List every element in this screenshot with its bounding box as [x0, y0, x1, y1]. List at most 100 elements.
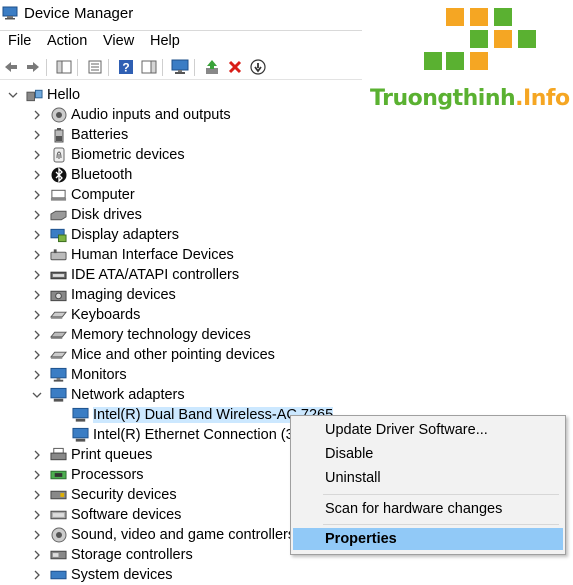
monitor-icon[interactable]	[171, 58, 189, 76]
memory-icon	[50, 327, 67, 343]
logo-mark	[424, 8, 536, 70]
forward-icon[interactable]	[24, 58, 42, 76]
show-hide-console-tree-icon[interactable]	[55, 58, 73, 76]
computer-icon	[26, 87, 43, 103]
back-icon[interactable]	[2, 58, 20, 76]
menu-help[interactable]: Help	[150, 33, 180, 49]
category-label: Mice and other pointing devices	[71, 347, 275, 363]
menu-item-scan[interactable]: Scan for hardware changes	[293, 498, 563, 520]
monitor-icon	[50, 367, 67, 383]
network-adapter-icon	[72, 427, 89, 443]
menu-item-update-driver[interactable]: Update Driver Software...	[293, 419, 563, 441]
category-label: Keyboards	[71, 307, 141, 323]
category-label: Display adapters	[71, 227, 179, 243]
chevron-right-icon[interactable]	[30, 468, 44, 482]
chevron-right-icon[interactable]	[30, 228, 44, 242]
chevron-down-icon[interactable]	[6, 88, 20, 102]
category-label: Batteries	[71, 127, 129, 143]
chevron-right-icon[interactable]	[30, 528, 44, 542]
category-bluetooth[interactable]: Bluetooth	[30, 165, 132, 185]
chevron-right-icon[interactable]	[30, 548, 44, 562]
chevron-right-icon[interactable]	[30, 128, 44, 142]
chevron-right-icon[interactable]	[30, 568, 44, 582]
hid-icon	[50, 247, 67, 263]
chevron-right-icon[interactable]	[30, 108, 44, 122]
chevron-right-icon[interactable]	[30, 288, 44, 302]
camera-icon	[50, 287, 67, 303]
category-audio[interactable]: Audio inputs and outputs	[30, 105, 231, 125]
category-imaging[interactable]: Imaging devices	[30, 285, 176, 305]
properties-icon[interactable]	[86, 58, 104, 76]
category-label: Memory technology devices	[71, 327, 251, 343]
storage-icon	[50, 547, 67, 563]
action-pane-icon[interactable]	[140, 58, 158, 76]
watermark-ext: .Info	[515, 86, 570, 111]
chevron-right-icon[interactable]	[30, 188, 44, 202]
menu-item-properties[interactable]: Properties	[293, 528, 563, 550]
menu-item-label: Uninstall	[325, 470, 381, 486]
software-device-icon	[50, 507, 67, 523]
category-monitors[interactable]: Monitors	[30, 365, 127, 385]
category-keyboards[interactable]: Keyboards	[30, 305, 140, 325]
category-memory[interactable]: Memory technology devices	[30, 325, 251, 345]
help-icon[interactable]: ?	[117, 58, 135, 76]
category-ide[interactable]: IDE ATA/ATAPI controllers	[30, 265, 239, 285]
watermark-logo: Truongthinh.Info	[362, 0, 573, 120]
chevron-right-icon[interactable]	[30, 348, 44, 362]
menu-item-label: Update Driver Software...	[325, 422, 488, 438]
chevron-right-icon[interactable]	[30, 508, 44, 522]
category-label: Computer	[71, 187, 135, 203]
chevron-right-icon[interactable]	[30, 148, 44, 162]
category-label: Bluetooth	[71, 167, 133, 183]
chevron-right-icon[interactable]	[30, 248, 44, 262]
chevron-down-icon[interactable]	[30, 388, 44, 402]
menu-item-uninstall[interactable]: Uninstall	[293, 467, 563, 489]
menu-separator	[323, 524, 559, 525]
category-display-adapters[interactable]: Display adapters	[30, 225, 179, 245]
category-sound[interactable]: Sound, video and game controllers	[30, 525, 295, 545]
category-batteries[interactable]: Batteries	[30, 125, 128, 145]
menu-separator	[323, 494, 559, 495]
category-software-devices[interactable]: Software devices	[30, 505, 181, 525]
chevron-right-icon[interactable]	[30, 168, 44, 182]
watermark-brand: Truongthinh	[370, 86, 516, 111]
category-computer[interactable]: Computer	[30, 185, 135, 205]
category-network-adapters[interactable]: Network adapters	[30, 385, 185, 405]
category-hid[interactable]: Human Interface Devices	[30, 245, 234, 265]
category-processors[interactable]: Processors	[30, 465, 144, 485]
category-print-queues[interactable]: Print queues	[30, 445, 152, 465]
toolbar-separator	[77, 59, 78, 76]
category-mice[interactable]: Mice and other pointing devices	[30, 345, 275, 365]
chevron-right-icon[interactable]	[30, 268, 44, 282]
category-label: Storage controllers	[71, 547, 193, 563]
category-storage[interactable]: Storage controllers	[30, 545, 193, 565]
root-label: Hello	[47, 87, 81, 103]
category-system-devices[interactable]: System devices	[30, 565, 173, 585]
menu-file[interactable]: File	[8, 33, 31, 49]
menu-view[interactable]: View	[103, 33, 134, 49]
disable-icon[interactable]	[249, 58, 267, 76]
menu-item-disable[interactable]: Disable	[293, 443, 563, 465]
update-driver-icon[interactable]	[203, 58, 221, 76]
category-label: Imaging devices	[71, 287, 176, 303]
svg-text:?: ?	[122, 61, 129, 75]
chevron-right-icon[interactable]	[30, 328, 44, 342]
chevron-right-icon[interactable]	[30, 308, 44, 322]
uninstall-icon[interactable]	[226, 58, 244, 76]
system-device-icon	[50, 567, 67, 583]
category-label: Monitors	[71, 367, 127, 383]
category-disk-drives[interactable]: Disk drives	[30, 205, 142, 225]
fingerprint-icon	[50, 147, 67, 163]
category-security[interactable]: Security devices	[30, 485, 177, 505]
tree-root[interactable]: Hello	[6, 85, 80, 105]
chevron-right-icon[interactable]	[30, 368, 44, 382]
chevron-right-icon[interactable]	[30, 448, 44, 462]
processor-icon	[50, 467, 67, 483]
category-label: Disk drives	[71, 207, 142, 223]
category-label: Audio inputs and outputs	[71, 107, 231, 123]
menu-action[interactable]: Action	[47, 33, 87, 49]
category-biometric[interactable]: Biometric devices	[30, 145, 185, 165]
category-label: System devices	[71, 567, 173, 583]
chevron-right-icon[interactable]	[30, 208, 44, 222]
chevron-right-icon[interactable]	[30, 488, 44, 502]
